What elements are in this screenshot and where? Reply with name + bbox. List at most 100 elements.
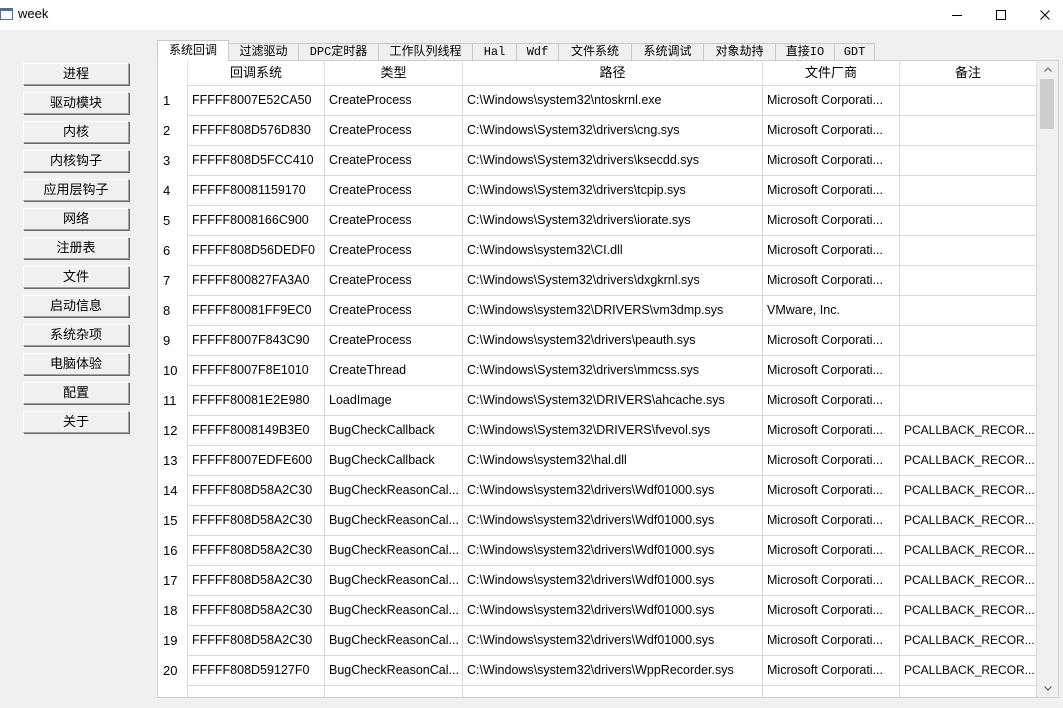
table-row-partial[interactable] <box>158 686 1037 697</box>
cell-callback-type[interactable]: CreateProcess <box>325 86 463 116</box>
tab-hal[interactable]: Hal <box>473 43 517 60</box>
table-row[interactable]: 16 FFFFF808D58A2C30 BugCheckReasonCal... C:… <box>158 536 1037 566</box>
cell-file-vendor[interactable]: Microsoft Corporati... <box>763 86 900 116</box>
cell-file-path[interactable]: C:\Windows\System32\DRIVERS\ahcache.sys <box>463 386 763 416</box>
cell-file-path[interactable]: C:\Windows\system32\ntoskrnl.exe <box>463 86 763 116</box>
cell-file-path[interactable]: C:\Windows\system32\drivers\Wdf01000.sys <box>463 626 763 656</box>
cell-file-vendor[interactable]: Microsoft Corporati... <box>763 266 900 296</box>
tab-gdt[interactable]: GDT <box>835 43 875 60</box>
cell-file-vendor[interactable]: Microsoft Corporati... <box>763 386 900 416</box>
cell-callback-address[interactable]: FFFFF8007EDFE600 <box>187 446 325 476</box>
cell-file-vendor[interactable]: Microsoft Corporati... <box>763 626 900 656</box>
cell-file-path[interactable]: C:\Windows\system32\CI.dll <box>463 236 763 266</box>
tab-file-system[interactable]: 文件系统 <box>559 43 632 60</box>
sidebar-button-kernel[interactable]: 内核 <box>23 121 129 143</box>
tab-direct-io[interactable]: 直接IO <box>776 43 835 60</box>
cell-callback-type[interactable]: CreateProcess <box>325 206 463 236</box>
cell-file-vendor[interactable]: Microsoft Corporati... <box>763 476 900 506</box>
cell-file-path[interactable]: C:\Windows\System32\drivers\iorate.sys <box>463 206 763 236</box>
cell-file-path[interactable]: C:\Windows\System32\drivers\mmcss.sys <box>463 356 763 386</box>
table-row[interactable]: 12 FFFFF8008149B3E0 BugCheckCallback C:\Win… <box>158 416 1037 446</box>
cell-file-vendor[interactable]: Microsoft Corporati... <box>763 506 900 536</box>
cell-callback-type[interactable]: CreateProcess <box>325 116 463 146</box>
cell-file-vendor[interactable]: VMware, Inc. <box>763 296 900 326</box>
table-row[interactable]: 14 FFFFF808D58A2C30 BugCheckReasonCal... C:… <box>158 476 1037 506</box>
cell-file-vendor[interactable] <box>763 686 900 697</box>
cell-file-path[interactable] <box>463 686 763 697</box>
cell-note[interactable]: PCALLBACK_RECOR... <box>900 596 1037 626</box>
sidebar-button-driver-modules[interactable]: 驱动模块 <box>23 92 129 114</box>
cell-note[interactable] <box>900 116 1037 146</box>
cell-callback-address[interactable]: FFFFF800827FA3A0 <box>187 266 325 296</box>
cell-file-vendor[interactable]: Microsoft Corporati... <box>763 206 900 236</box>
cell-note[interactable] <box>900 686 1037 697</box>
cell-file-vendor[interactable]: Microsoft Corporati... <box>763 116 900 146</box>
cell-file-path[interactable]: C:\Windows\system32\drivers\WppRecorder.… <box>463 656 763 686</box>
table-row[interactable]: 18 FFFFF808D58A2C30 BugCheckReasonCal... C:… <box>158 596 1037 626</box>
cell-callback-address[interactable]: FFFFF808D58A2C30 <box>187 476 325 506</box>
cell-note[interactable] <box>900 146 1037 176</box>
minimize-button[interactable] <box>935 0 979 30</box>
column-header-vendor[interactable]: 文件厂商 <box>763 61 900 86</box>
cell-callback-address[interactable] <box>187 686 325 697</box>
cell-file-path[interactable]: C:\Windows\System32\drivers\ksecdd.sys <box>463 146 763 176</box>
cell-file-vendor[interactable]: Microsoft Corporati... <box>763 416 900 446</box>
cell-file-vendor[interactable]: Microsoft Corporati... <box>763 656 900 686</box>
cell-callback-address[interactable]: FFFFF808D58A2C30 <box>187 566 325 596</box>
table-row[interactable]: 11 FFFFF80081E2E980 LoadImage C:\Windows\Sy… <box>158 386 1037 416</box>
cell-file-vendor[interactable]: Microsoft Corporati... <box>763 596 900 626</box>
cell-file-path[interactable]: C:\Windows\system32\drivers\peauth.sys <box>463 326 763 356</box>
cell-note[interactable] <box>900 266 1037 296</box>
cell-callback-type[interactable]: LoadImage <box>325 386 463 416</box>
cell-file-path[interactable]: C:\Windows\System32\drivers\tcpip.sys <box>463 176 763 206</box>
cell-note[interactable]: PCALLBACK_RECOR... <box>900 506 1037 536</box>
cell-note[interactable] <box>900 176 1037 206</box>
cell-file-path[interactable]: C:\Windows\System32\DRIVERS\fvevol.sys <box>463 416 763 446</box>
cell-callback-type[interactable]: CreateProcess <box>325 146 463 176</box>
column-header-note[interactable]: 备注 <box>900 61 1037 86</box>
cell-file-vendor[interactable]: Microsoft Corporati... <box>763 356 900 386</box>
cell-callback-type[interactable]: BugCheckReasonCal... <box>325 536 463 566</box>
scroll-down-button[interactable] <box>1037 680 1058 697</box>
sidebar-button-files[interactable]: 文件 <box>23 266 129 288</box>
cell-file-path[interactable]: C:\Windows\System32\drivers\dxgkrnl.sys <box>463 266 763 296</box>
table-row[interactable]: 4 FFFFF80081159170 CreateProcess C:\Windows… <box>158 176 1037 206</box>
cell-callback-address[interactable]: FFFFF8008149B3E0 <box>187 416 325 446</box>
cell-callback-address[interactable]: FFFFF8007F8E1010 <box>187 356 325 386</box>
cell-file-path[interactable]: C:\Windows\system32\drivers\Wdf01000.sys <box>463 596 763 626</box>
tab-work-queue-threads[interactable]: 工作队列线程 <box>379 43 473 60</box>
column-header-callback-address[interactable]: 回调系统 <box>187 61 325 86</box>
cell-file-path[interactable]: C:\Windows\system32\drivers\Wdf01000.sys <box>463 476 763 506</box>
close-button[interactable] <box>1023 0 1063 30</box>
table-row[interactable]: 20 FFFFF808D59127F0 BugCheckReasonCal... C:… <box>158 656 1037 686</box>
scrollbar-thumb[interactable] <box>1040 79 1054 129</box>
cell-callback-address[interactable]: FFFFF808D59127F0 <box>187 656 325 686</box>
cell-file-vendor[interactable]: Microsoft Corporati... <box>763 566 900 596</box>
sidebar-button-system-misc[interactable]: 系统杂项 <box>23 324 129 346</box>
table-row[interactable]: 15 FFFFF808D58A2C30 BugCheckReasonCal... C:… <box>158 506 1037 536</box>
cell-file-path[interactable]: C:\Windows\system32\drivers\Wdf01000.sys <box>463 506 763 536</box>
sidebar-button-startup-info[interactable]: 启动信息 <box>23 295 129 317</box>
cell-note[interactable] <box>900 236 1037 266</box>
table-row[interactable]: 7 FFFFF800827FA3A0 CreateProcess C:\Windows… <box>158 266 1037 296</box>
cell-file-vendor[interactable]: Microsoft Corporati... <box>763 236 900 266</box>
sidebar-button-process[interactable]: 进程 <box>23 63 129 85</box>
table-row[interactable]: 9 FFFFF8007F843C90 CreateProcess C:\Windows… <box>158 326 1037 356</box>
cell-callback-type[interactable]: CreateProcess <box>325 176 463 206</box>
cell-note[interactable] <box>900 386 1037 416</box>
sidebar-button-about[interactable]: 关于 <box>23 411 129 433</box>
cell-file-path[interactable]: C:\Windows\system32\drivers\Wdf01000.sys <box>463 536 763 566</box>
cell-note[interactable] <box>900 356 1037 386</box>
table-row[interactable]: 8 FFFFF80081FF9EC0 CreateProcess C:\Windows… <box>158 296 1037 326</box>
cell-callback-type[interactable]: BugCheckReasonCal... <box>325 626 463 656</box>
cell-callback-address[interactable]: FFFFF808D576D830 <box>187 116 325 146</box>
cell-callback-type[interactable]: BugCheckReasonCal... <box>325 656 463 686</box>
table-corner[interactable] <box>158 61 187 86</box>
cell-note[interactable]: PCALLBACK_RECOR... <box>900 536 1037 566</box>
tab-dpc-timers[interactable]: DPC定时器 <box>299 43 379 60</box>
table-row[interactable]: 3 FFFFF808D5FCC410 CreateProcess C:\Windows… <box>158 146 1037 176</box>
cell-callback-address[interactable]: FFFFF808D58A2C30 <box>187 536 325 566</box>
title-bar[interactable]: week <box>0 0 1063 30</box>
callback-table[interactable]: 回调系统 类型 路径 文件厂商 备注 1 FFFFF8007E52CA50 Crea… <box>158 61 1037 697</box>
sidebar-button-kernel-hooks[interactable]: 内核钩子 <box>23 150 129 172</box>
